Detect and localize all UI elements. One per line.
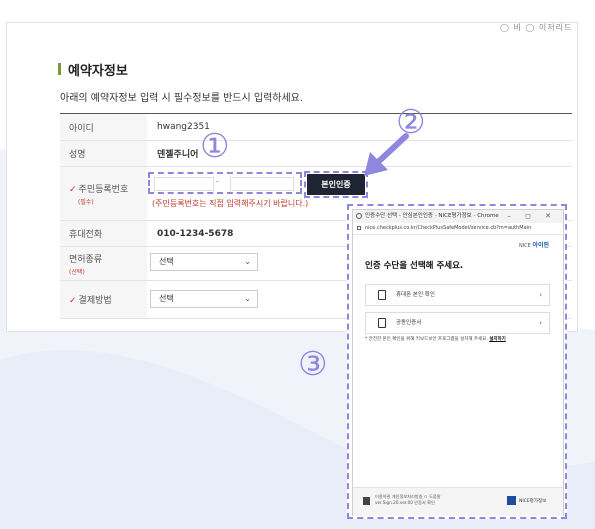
verification-popup: 인증수단 선택 - 안심본인인증 - NICE평가정보 - Chrome – ◻…: [347, 204, 567, 519]
phone-label: 휴대전화: [60, 220, 147, 247]
option-cert-label: 공동인증서: [396, 320, 422, 326]
window-controls[interactable]: – ◻ ✕: [507, 210, 557, 223]
option-phone-verify[interactable]: 휴대폰 본인 확인 ›: [365, 284, 550, 306]
section-description: 아래의 예약자정보 입력 시 필수정보를 반드시 입력하세요.: [60, 93, 304, 104]
pointer-arrow-icon: [364, 133, 409, 176]
popup-brand: NICE 아이핀: [519, 240, 549, 249]
top-right-radios[interactable]: ◯ 비 ◯ 이저리드: [500, 22, 572, 33]
ssn-back-input[interactable]: [230, 177, 294, 191]
popup-address-bar: nice.checkplus.co.kr/CheckPlusSafeModel/…: [353, 223, 563, 235]
payment-label: 결제방법: [78, 296, 112, 306]
annotation-three: ③: [298, 344, 328, 383]
popup-window-title: 인증수단 선택 - 안심본인인증 - NICE평가정보 - Chrome: [365, 213, 499, 219]
name-label: 성명: [60, 140, 147, 167]
payment-select-value: 선택: [159, 294, 174, 303]
form-row-id: 아이디 hwang2351: [60, 113, 572, 141]
license-select-value: 선택: [159, 257, 174, 266]
ssn-front-input[interactable]: [154, 177, 214, 191]
chevron-right-icon: ›: [539, 291, 542, 299]
lock-icon: [357, 226, 361, 230]
form-row-name: 성명 덴젤주니어: [60, 140, 572, 167]
chevron-down-icon: ⌄: [244, 294, 251, 303]
ssn-required-note: (필수): [78, 198, 94, 206]
required-check-icon: ✓: [69, 184, 77, 195]
license-label: 면허종류: [69, 254, 103, 265]
payment-label-cell: ✓ 결제방법: [60, 280, 147, 319]
license-optional-note: (선택): [69, 268, 85, 276]
popup-footer: 이용약관 개인정보처리방침 ㅁ 도움말 ver.Sign.26.ver.00 인…: [353, 487, 563, 516]
browser-icon: [356, 213, 362, 219]
ssn-label: 주민등록번호: [78, 184, 129, 195]
popup-window: 인증수단 선택 - 안심본인인증 - NICE평가정보 - Chrome – ◻…: [352, 209, 564, 516]
license-label-cell: 면허종류 (선택): [60, 246, 147, 281]
nice-logo-icon: [507, 496, 516, 505]
certificate-icon: [378, 318, 386, 328]
section-title: 예약자정보: [68, 64, 128, 79]
chevron-down-icon: ⌄: [244, 257, 251, 266]
footer-line-2: ver.Sign.26.ver.00 인증서 확인: [375, 500, 435, 505]
popup-url[interactable]: nice.checkplus.co.kr/CheckPlusSafeModel/…: [365, 223, 531, 234]
required-check-icon: ✓: [69, 296, 77, 306]
brand-name: 아이핀: [532, 242, 549, 249]
footer-brand: NICE평가정보: [519, 499, 547, 504]
install-link[interactable]: 설치하기: [489, 337, 506, 342]
ssn-input-group: -: [148, 172, 302, 194]
section-accent-bar: [58, 63, 61, 75]
option-phone-label: 휴대폰 본인 확인: [396, 292, 435, 298]
ssn-dash: -: [216, 177, 219, 186]
ssn-label-cell: ✓ 주민등록번호 (필수): [60, 166, 147, 221]
phone-icon: [378, 290, 386, 300]
security-note-text: * 안전한 본인 확인을 위해 키보드보안 프로그램을 설치해 주세요.: [365, 337, 488, 342]
chevron-right-icon: ›: [539, 319, 542, 327]
payment-select[interactable]: 선택 ⌄: [150, 290, 258, 308]
footer-links: 이용약관 개인정보처리방침 ㅁ 도움말 ver.Sign.26.ver.00 인…: [375, 494, 441, 506]
ssn-warning: (주민등록번호는 직접 입력해주시기 바랍니다.): [152, 199, 309, 208]
brand-prefix: NICE: [518, 243, 531, 249]
identity-verify-button[interactable]: 본인인증: [304, 171, 368, 198]
id-label: 아이디: [60, 113, 147, 141]
document-icon: [363, 497, 370, 505]
option-certificate[interactable]: 공동인증서 ›: [365, 312, 550, 334]
popup-heading: 인증 수단을 선택해 주세요.: [365, 261, 464, 271]
security-note: * 안전한 본인 확인을 위해 키보드보안 프로그램을 설치해 주세요. 설치하…: [365, 336, 506, 342]
annotation-one: ①: [200, 126, 230, 165]
popup-titlebar: 인증수단 선택 - 안심본인인증 - NICE평가정보 - Chrome – ◻…: [353, 210, 563, 223]
license-select[interactable]: 선택 ⌄: [150, 253, 258, 271]
